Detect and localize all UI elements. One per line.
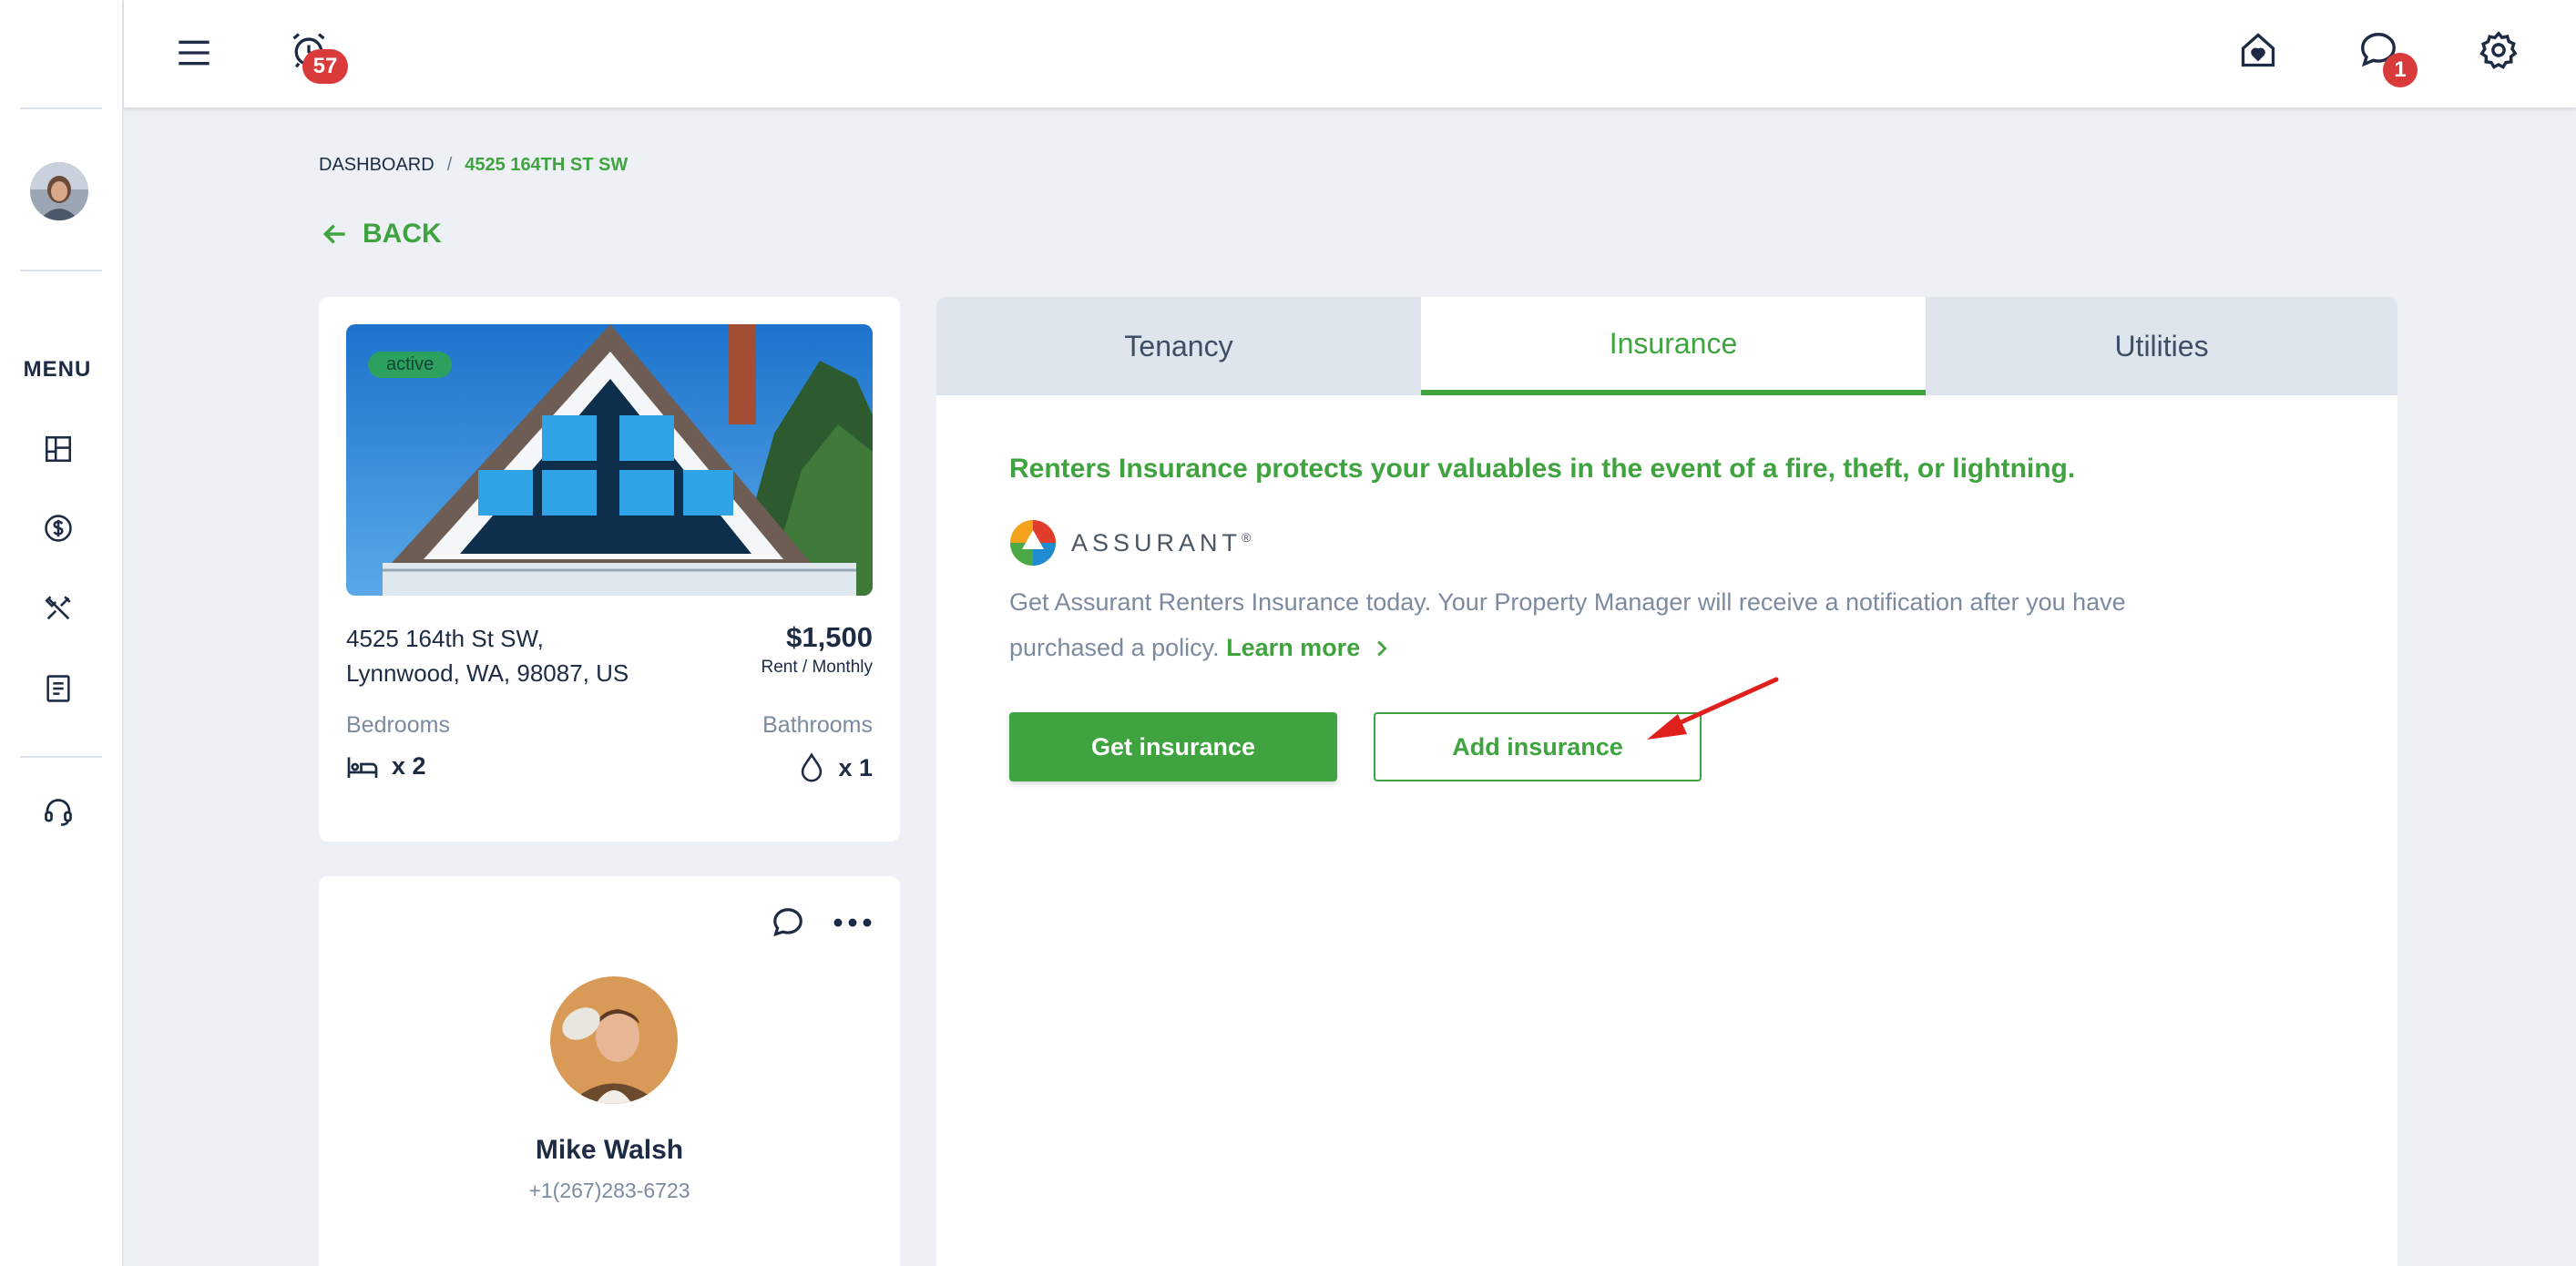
menu-label: MENU [23,357,92,382]
breadcrumb: DASHBOARD / 4525 164TH ST SW [319,155,628,176]
contact-actions [771,905,873,940]
bedrooms-label: Bedrooms [346,712,450,738]
property-address: 4525 164th St SW, Lynnwood, WA, 98087, U… [346,621,629,690]
breadcrumb-dashboard-link[interactable]: DASHBOARD [319,155,434,176]
chat-bubble-icon[interactable] [771,905,805,940]
back-button[interactable]: BACK [321,219,442,250]
details-panel: Tenancy Insurance Utilities Renters Insu… [936,297,2397,1266]
contact-card: Mike Walsh +1(267)283-6723 [319,876,900,1266]
contact-avatar [550,976,678,1104]
assurant-logo-text: ASSURANT [1071,528,1242,556]
learn-more-label: Learn more [1226,634,1361,661]
messages-button[interactable]: 1 [2356,27,2418,87]
insurance-headline: Renters Insurance protects your valuable… [1009,454,2076,484]
bathrooms-count: x 1 [798,752,873,783]
gear-icon [2479,31,2518,69]
headset-icon [45,799,72,826]
address-line-1: 4525 164th St SW, [346,625,544,652]
tools-icon [45,596,71,620]
water-drop-icon [802,752,823,782]
sidebar-divider [20,270,102,271]
settings-button[interactable] [2476,27,2521,73]
tab-tenancy[interactable]: Tenancy [936,297,1421,395]
sidebar-item-dashboard[interactable] [40,431,77,467]
bathrooms-label: Bathrooms [762,712,873,738]
rent-period: Rent / Monthly [761,658,874,677]
tab-utilities[interactable]: Utilities [1926,297,2397,395]
insurance-description: Get Assurant Renters Insurance today. Yo… [1009,579,2212,670]
contact-phone: +1(267)283-6723 [528,1179,690,1202]
user-avatar[interactable] [30,162,88,220]
learn-more-link[interactable]: Learn more [1226,634,1389,661]
property-photo: active [346,324,873,596]
sidebar-divider [20,107,102,109]
property-card[interactable]: active 4525 164th St SW, Lynnwood, WA, 9… [319,297,900,842]
dollar-icon [45,515,72,542]
bedrooms-value: x 2 [392,752,426,780]
back-label: BACK [363,219,442,249]
status-badge: active [368,352,453,378]
alarm-count-badge: 57 [302,49,348,84]
tab-insurance[interactable]: Insurance [1421,297,1926,395]
rent-price: $1,500 Rent / Monthly [762,621,874,678]
sidebar-divider [20,756,102,758]
assurant-logo-icon [1010,520,1056,566]
alarm-button[interactable]: 57 [286,27,348,84]
breadcrumb-separator: / [446,155,453,175]
sidebar-item-maintenance[interactable] [40,590,77,627]
assurant-logo: ASSURANT® [1009,519,1255,567]
top-bar: 57 1 [124,0,2576,107]
hamburger-menu-icon [179,40,210,66]
more-options-icon[interactable] [833,916,873,929]
hamburger-menu-button[interactable] [171,31,217,75]
registered-mark: ® [1242,529,1256,545]
bedrooms-count: x 2 [346,752,426,781]
tab-bar: Tenancy Insurance Utilities [936,297,2397,395]
home-favorites-button[interactable] [2235,27,2281,73]
sidebar-item-support[interactable] [40,794,77,831]
document-icon [46,675,70,702]
bathrooms-value: x 1 [838,753,873,781]
sidebar-item-documents[interactable] [40,670,77,707]
left-sidebar: MENU [0,0,124,1266]
home-heart-icon [2241,33,2275,67]
get-insurance-button[interactable]: Get insurance [1009,712,1337,781]
insurance-description-text: Get Assurant Renters Insurance today. Yo… [1009,588,2126,661]
bed-icon [347,757,378,778]
dashboard-icon [45,435,72,463]
contact-name: Mike Walsh [535,1135,684,1165]
rent-amount: $1,500 [786,621,873,653]
breadcrumb-current: 4525 164TH ST SW [465,155,629,175]
sidebar-item-payments[interactable] [40,510,77,546]
annotation-arrow-icon [1647,677,1779,740]
address-line-2: Lynnwood, WA, 98087, US [346,659,629,687]
messages-count-badge: 1 [2383,53,2418,87]
arrow-left-icon [322,224,345,244]
chevron-right-icon [1377,640,1387,657]
